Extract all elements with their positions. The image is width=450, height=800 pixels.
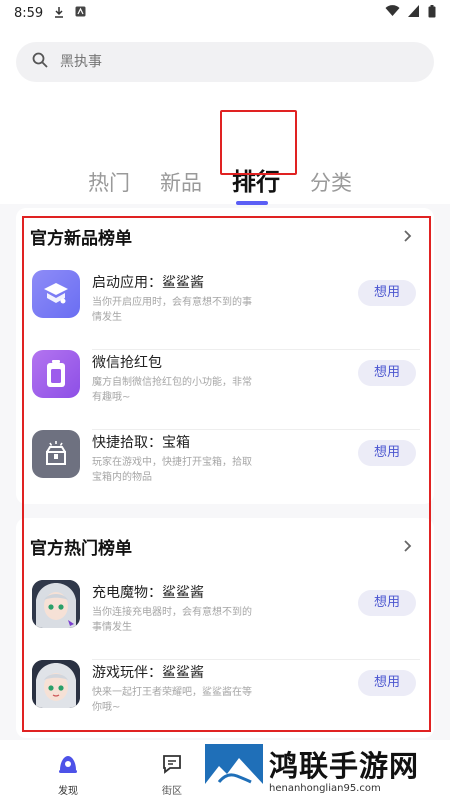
tab-category[interactable]: 分类 bbox=[308, 161, 354, 203]
want-button[interactable]: 想用 bbox=[358, 670, 416, 696]
anime-avatar-icon bbox=[32, 660, 80, 708]
battery-status-icon bbox=[428, 4, 436, 22]
list-item[interactable]: 充电魔物：鲨鲨酱 当你连接充电器时，会有意想不到的事情发生 想用 bbox=[30, 580, 420, 660]
tab-bar: 热门 新品 排行 分类 bbox=[86, 156, 380, 205]
tab-hot[interactable]: 热门 bbox=[86, 161, 132, 203]
item-description: 玩家在游戏中，快捷打开宝箱，拾取宝箱内的物品 bbox=[92, 457, 252, 483]
active-tab-indicator bbox=[236, 201, 268, 205]
item-name: 快捷拾取：宝箱 bbox=[92, 435, 190, 451]
treasure-chest-icon bbox=[32, 430, 80, 478]
section-title: 官方新品榜单 bbox=[30, 228, 132, 249]
anime-avatar-icon bbox=[32, 580, 80, 628]
search-bar[interactable] bbox=[16, 42, 434, 82]
signal-icon bbox=[408, 5, 420, 21]
watermark-url: henanhonglian95.com bbox=[269, 782, 381, 794]
download-icon bbox=[53, 6, 65, 21]
want-button[interactable]: 想用 bbox=[358, 360, 416, 386]
new-products-ranking-card: 官方新品榜单 启动应用：鲨鲨酱 当你开启应用时，会有意想不到的事情发生 想用 微… bbox=[16, 208, 434, 504]
item-name: 启动应用：鲨鲨酱 bbox=[92, 275, 204, 291]
search-input[interactable] bbox=[58, 53, 382, 71]
app-notification-icon bbox=[75, 6, 86, 20]
watermark: 鸿联手游网 henanhonglian95.com bbox=[205, 742, 450, 800]
wifi-icon bbox=[385, 5, 400, 21]
section-header[interactable]: 官方新品榜单 bbox=[30, 222, 414, 250]
want-button[interactable]: 想用 bbox=[358, 590, 416, 616]
watermark-logo bbox=[205, 744, 263, 798]
list-item[interactable]: 启动应用：鲨鲨酱 当你开启应用时，会有意想不到的事情发生 想用 bbox=[30, 270, 420, 350]
want-button[interactable]: 想用 bbox=[358, 440, 416, 466]
nav-discover[interactable]: 发现 bbox=[48, 752, 88, 797]
header: 热门 新品 排行 分类 bbox=[0, 26, 450, 205]
chevron-right-icon[interactable] bbox=[400, 539, 414, 553]
nav-community[interactable]: 街区 bbox=[152, 752, 192, 797]
stack-icon bbox=[32, 270, 80, 318]
item-name: 充电魔物：鲨鲨酱 bbox=[92, 585, 204, 601]
nav-label: 街区 bbox=[162, 786, 182, 797]
list-item[interactable]: 游戏玩伴：鲨鲨酱 快来一起打王者荣耀吧，鲨鲨酱在等你哦~ 想用 bbox=[30, 660, 420, 740]
item-description: 快来一起打王者荣耀吧，鲨鲨酱在等你哦~ bbox=[92, 687, 252, 713]
list-item[interactable]: 快捷拾取：宝箱 玩家在游戏中，快捷打开宝箱，拾取宝箱内的物品 想用 bbox=[30, 430, 420, 510]
section-title: 官方热门榜单 bbox=[30, 538, 132, 559]
nav-label: 发现 bbox=[58, 786, 78, 797]
section-header[interactable]: 官方热门榜单 bbox=[30, 532, 414, 560]
hot-ranking-card: 官方热门榜单 充电魔物：鲨鲨酱 当你连接充电器时，会有意想不到的事情发生 想用 … bbox=[16, 518, 434, 738]
item-description: 当你开启应用时，会有意想不到的事情发生 bbox=[92, 297, 252, 323]
chat-icon bbox=[163, 755, 181, 774]
battery-icon bbox=[32, 350, 80, 398]
item-description: 当你连接充电器时，会有意想不到的事情发生 bbox=[92, 607, 252, 633]
tab-ranking[interactable]: 排行 bbox=[230, 156, 282, 205]
list-item[interactable]: 微信抢红包 魔方自制微信抢红包的小功能，非常有趣哦~ 想用 bbox=[30, 350, 420, 430]
discover-icon bbox=[59, 756, 77, 773]
item-name: 微信抢红包 bbox=[92, 355, 162, 371]
tab-new[interactable]: 新品 bbox=[158, 161, 204, 203]
search-icon bbox=[32, 52, 48, 72]
status-bar: 8:59 bbox=[0, 0, 450, 26]
item-description: 魔方自制微信抢红包的小功能，非常有趣哦~ bbox=[92, 377, 252, 403]
want-button[interactable]: 想用 bbox=[358, 280, 416, 306]
chevron-right-icon[interactable] bbox=[400, 229, 414, 243]
watermark-title: 鸿联手游网 bbox=[269, 748, 420, 783]
item-name: 游戏玩伴：鲨鲨酱 bbox=[92, 665, 204, 681]
status-time: 8:59 bbox=[14, 5, 44, 21]
